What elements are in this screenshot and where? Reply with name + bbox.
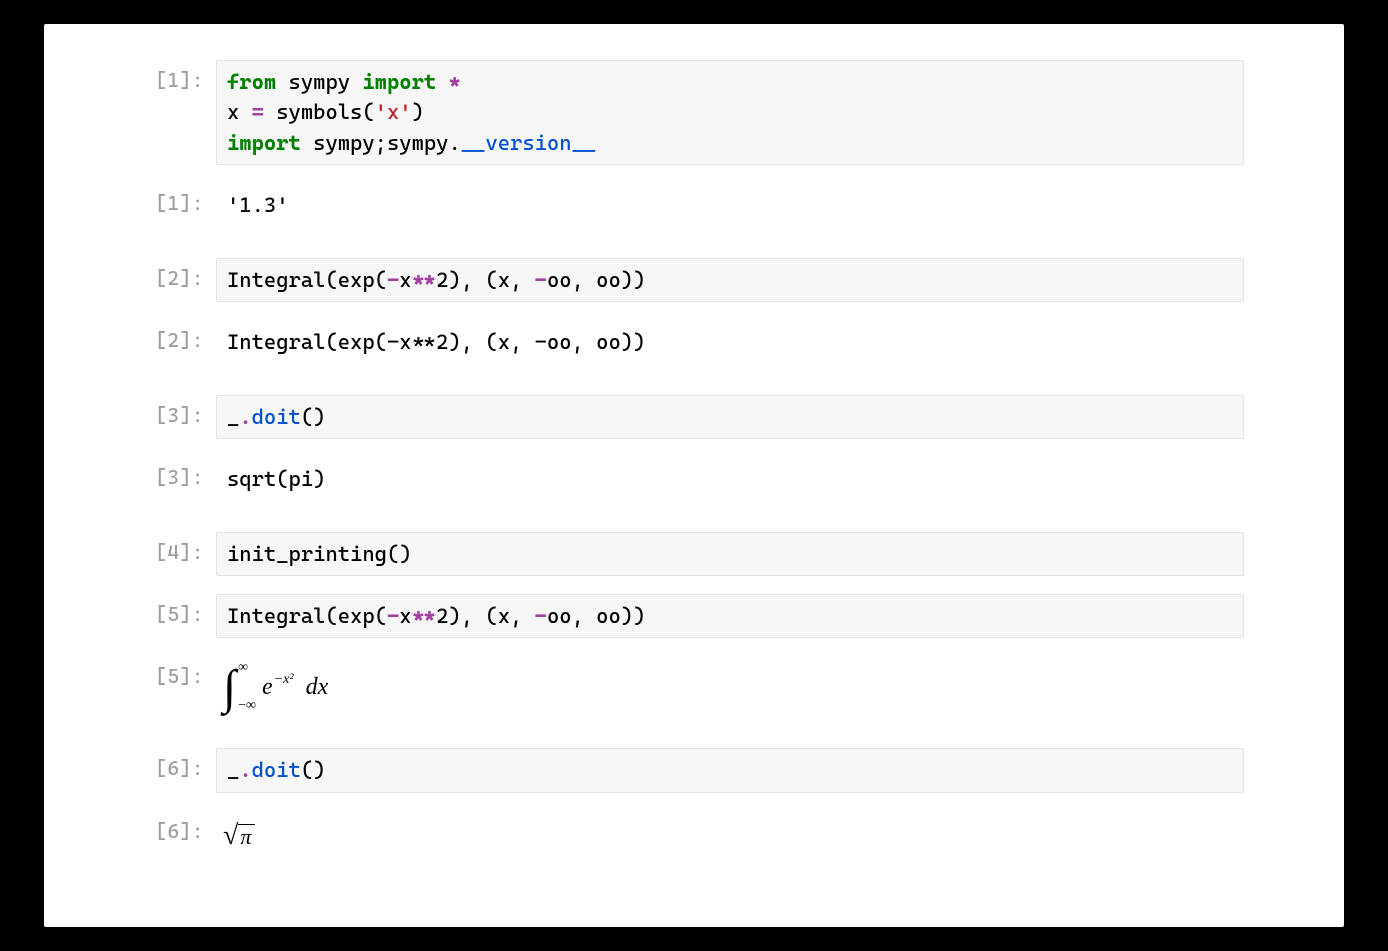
cell-prompt: [6]: (144, 748, 204, 780)
cell-prompt: [2]: (144, 258, 204, 290)
lower-limit: −∞ (238, 699, 256, 713)
input-cell: [1]: from sympy import * x = symbols('x')… (144, 60, 1244, 165)
text-output: sqrt(pi) (216, 457, 1244, 501)
cell-prompt: [3]: (144, 395, 204, 427)
cell-prompt: [2]: (144, 320, 204, 352)
output-cell: [2]: Integral(exp(-x**2), (x, -oo, oo)) (144, 320, 1244, 364)
text-output: Integral(exp(-x**2), (x, -oo, oo)) (216, 320, 1244, 364)
code-input[interactable]: Integral(exp(-x**2), (x, -oo, oo)) (216, 258, 1244, 302)
exponent: −x² (274, 670, 294, 690)
output-cell: [3]: sqrt(pi) (144, 457, 1244, 501)
sqrt-sign: √ (223, 816, 238, 857)
output-cell: [6]: √π (144, 811, 1244, 862)
output-cell: [1]: '1.3' (144, 183, 1244, 227)
code-input[interactable]: from sympy import * x = symbols('x') imp… (216, 60, 1244, 165)
code-input[interactable]: Integral(exp(-x**2), (x, -oo, oo)) (216, 594, 1244, 638)
base: e (262, 670, 273, 705)
code-input[interactable]: _.doit() (216, 748, 1244, 792)
integrand: e−x² (262, 670, 294, 705)
cell-prompt: [3]: (144, 457, 204, 489)
math-output: √π (216, 811, 1244, 862)
input-cell: [2]: Integral(exp(-x**2), (x, -oo, oo)) (144, 258, 1244, 302)
integral-limits: ∞ −∞ (238, 661, 256, 713)
math-output: ∫∞ −∞ e−x² dx (216, 656, 1244, 718)
sqrt-body: π (238, 824, 255, 849)
sqrt-expression: √π (223, 816, 255, 857)
cell-prompt: [1]: (144, 60, 204, 92)
input-cell: [3]: _.doit() (144, 395, 1244, 439)
input-cell: [4]: init_printing() (144, 532, 1244, 576)
upper-limit: ∞ (238, 661, 256, 675)
notebook: [1]: from sympy import * x = symbols('x')… (44, 24, 1344, 927)
cell-prompt: [1]: (144, 183, 204, 215)
text-output: '1.3' (216, 183, 1244, 227)
integral-sign: ∫ (223, 666, 236, 709)
input-cell: [5]: Integral(exp(-x**2), (x, -oo, oo)) (144, 594, 1244, 638)
cell-prompt: [5]: (144, 594, 204, 626)
output-cell: [5]: ∫∞ −∞ e−x² dx (144, 656, 1244, 718)
code-input[interactable]: init_printing() (216, 532, 1244, 576)
cell-prompt: [6]: (144, 811, 204, 843)
differential: dx (300, 670, 329, 705)
input-cell: [6]: _.doit() (144, 748, 1244, 792)
cell-prompt: [4]: (144, 532, 204, 564)
cell-prompt: [5]: (144, 656, 204, 688)
code-input[interactable]: _.doit() (216, 395, 1244, 439)
integral-expression: ∫∞ −∞ e−x² dx (223, 661, 1237, 713)
